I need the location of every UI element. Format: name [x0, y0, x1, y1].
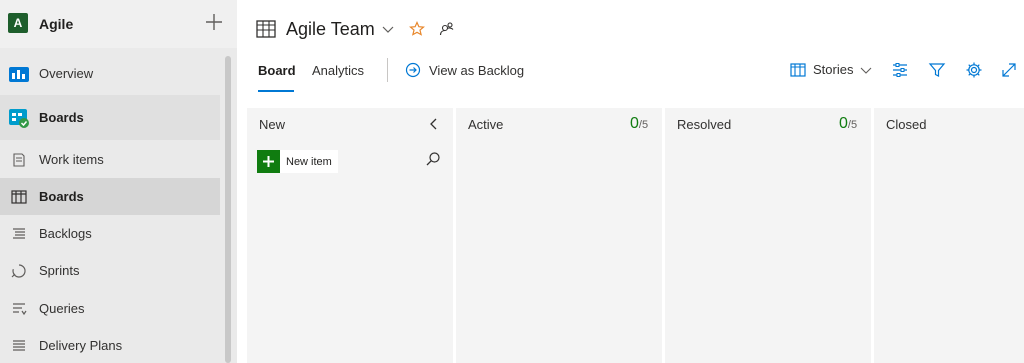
nav-sprints-label: Sprints — [39, 263, 80, 278]
plus-icon — [257, 150, 280, 173]
column-title-active: Active — [468, 116, 504, 132]
column-header-resolved: Resolved — [677, 108, 731, 140]
column-header-new: New — [259, 108, 285, 140]
settings-sliders-icon[interactable] — [891, 61, 909, 79]
sprints-icon — [8, 260, 30, 282]
page-title-row: Agile Team — [256, 14, 455, 44]
column-header-closed: Closed — [886, 108, 926, 140]
column-title-new: New — [259, 116, 286, 132]
nav-boards[interactable]: Boards — [0, 178, 220, 215]
backlog-level-label: Stories — [813, 62, 854, 77]
page-title[interactable]: Agile Team — [286, 19, 375, 40]
work-items-icon — [8, 149, 30, 171]
backlogs-icon — [8, 223, 30, 245]
delivery-plans-icon — [8, 335, 30, 357]
star-icon[interactable] — [408, 21, 425, 37]
tab-board[interactable]: Board — [258, 63, 296, 78]
boards-icon — [256, 20, 276, 38]
column-divider — [453, 140, 456, 363]
column-active — [456, 108, 662, 363]
wip-limit-active: /5 — [638, 119, 649, 131]
filter-icon[interactable] — [928, 61, 946, 79]
column-title-resolved: Resolved — [677, 116, 732, 132]
nav-queries[interactable]: Queries — [0, 290, 220, 327]
nav-boards-label: Boards — [39, 189, 84, 204]
arrow-circle-icon — [405, 62, 421, 78]
nav-boards-hub-label: Boards — [39, 110, 84, 125]
nav-backlogs-label: Backlogs — [39, 226, 92, 241]
nav-work-items[interactable]: Work items — [0, 141, 220, 178]
tab-divider — [387, 58, 388, 82]
nav-delivery-plans-label: Delivery Plans — [39, 338, 123, 353]
chevron-down-icon — [861, 67, 872, 74]
gear-icon[interactable] — [965, 61, 983, 79]
boards-hub-icon — [8, 107, 30, 129]
chevron-down-icon[interactable] — [381, 22, 395, 36]
wip-count-resolved: 0/5 — [839, 115, 857, 133]
tab-board-underline — [258, 90, 294, 92]
people-icon[interactable] — [439, 21, 455, 37]
nav-delivery-plans[interactable]: Delivery Plans — [0, 327, 220, 363]
column-divider — [662, 140, 665, 363]
nav-work-items-label: Work items — [39, 152, 104, 167]
column-new — [247, 108, 453, 363]
nav-backlogs[interactable]: Backlogs — [0, 215, 220, 252]
column-header-active: Active — [468, 108, 503, 140]
nav-boards-hub[interactable]: Boards — [0, 95, 220, 140]
wip-count-active-value: 0 — [630, 115, 639, 132]
wip-count-resolved-value: 0 — [839, 115, 848, 132]
tab-bar: Board Analytics View as Backlog Stories — [246, 56, 1024, 92]
new-item-button[interactable]: New item — [257, 150, 338, 173]
wip-limit-resolved: /5 — [847, 119, 858, 131]
queries-icon — [8, 298, 30, 320]
boards-icon — [8, 186, 30, 208]
project-name[interactable]: Agile — [39, 16, 73, 32]
column-title-closed: Closed — [886, 116, 927, 132]
column-divider — [871, 140, 874, 363]
expand-icon[interactable] — [1000, 61, 1018, 79]
sidebar-scrollbar[interactable] — [225, 56, 231, 363]
plus-icon[interactable] — [205, 13, 223, 31]
column-closed — [874, 108, 1024, 363]
project-avatar: A — [8, 13, 28, 33]
chevron-left-icon[interactable] — [428, 118, 440, 130]
project-header[interactable]: A Agile — [0, 0, 237, 48]
view-as-backlog-label: View as Backlog — [429, 62, 525, 78]
new-item-label: New item — [286, 155, 332, 168]
view-as-backlog-button[interactable]: View as Backlog — [405, 62, 524, 78]
nav-overview[interactable]: Overview — [0, 55, 220, 92]
search-icon[interactable] — [425, 151, 441, 167]
wip-count-active: 0/5 — [630, 115, 648, 133]
boards-icon — [790, 62, 806, 77]
backlog-level-dropdown[interactable]: Stories — [790, 62, 872, 77]
nav-sprints[interactable]: Sprints — [0, 252, 220, 289]
tab-analytics[interactable]: Analytics — [312, 63, 364, 78]
overview-icon — [8, 63, 30, 85]
left-navigation: A Agile Overview Boards Work items Board… — [0, 0, 237, 363]
nav-overview-label: Overview — [39, 66, 94, 81]
nav-queries-label: Queries — [39, 301, 85, 316]
column-resolved — [665, 108, 871, 363]
